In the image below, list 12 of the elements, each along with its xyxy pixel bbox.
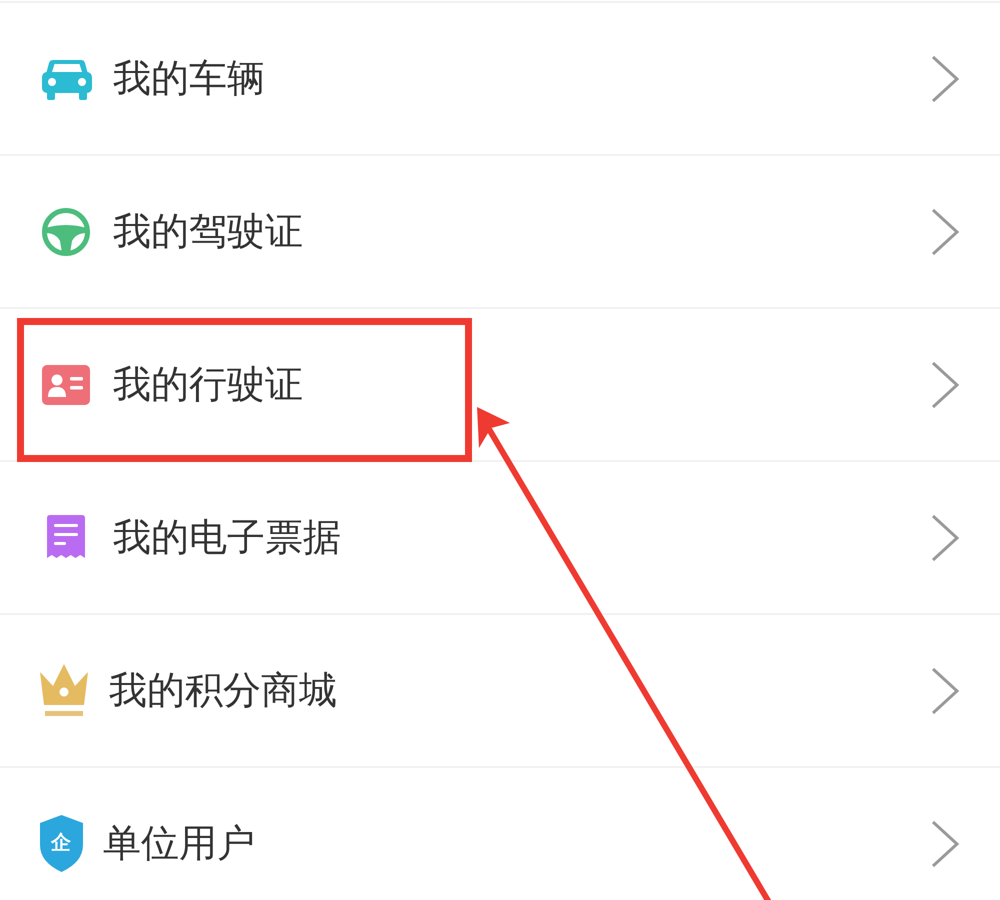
- chevron-right-icon: [930, 206, 960, 256]
- chevron-right-icon: [930, 360, 960, 410]
- car-icon: [42, 57, 92, 100]
- steering-wheel-icon: [42, 208, 90, 256]
- chevron-right-icon: [930, 666, 960, 716]
- chevron-right-icon: [930, 512, 960, 562]
- crown-icon: [40, 664, 88, 717]
- chevron-right-icon: [930, 54, 960, 104]
- chevron-right-icon: [930, 818, 960, 868]
- id-card-icon: [42, 364, 90, 404]
- shield-icon: 企: [40, 815, 83, 872]
- receipt-icon: [47, 514, 85, 560]
